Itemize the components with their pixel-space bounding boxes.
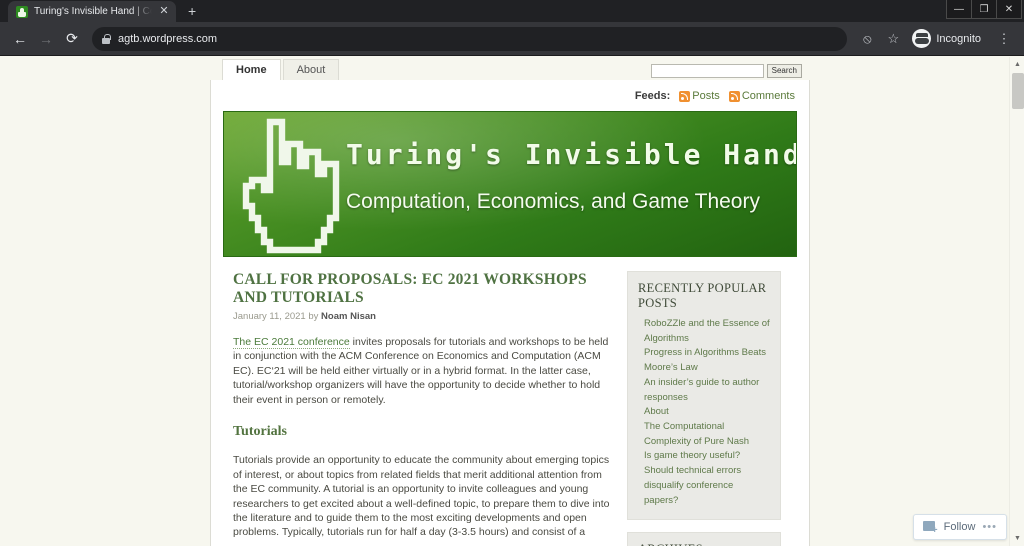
widget-recently-popular-posts: Recently Popular Posts RoboZZle and the … bbox=[627, 271, 781, 521]
incognito-label: Incognito bbox=[936, 32, 981, 45]
pointing-hand-icon bbox=[242, 118, 340, 254]
site-body: Feeds: Posts Comments Turing's Invisible… bbox=[210, 80, 810, 546]
post-meta: January 11, 2021 by Noam Nisan bbox=[233, 311, 615, 322]
site-nav: Home About Search bbox=[210, 57, 810, 80]
sidebar: Recently Popular Posts RoboZZle and the … bbox=[627, 271, 781, 546]
tab-strip: Turing's Invisible Hand | Computa ✕ + bbox=[0, 0, 196, 22]
site-container: Home About Search Feeds: Posts Comments … bbox=[210, 57, 810, 546]
address-bar-url: agtb.wordpress.com bbox=[118, 32, 218, 45]
browser-window: Turing's Invisible Hand | Computa ✕ + — … bbox=[0, 0, 1024, 546]
hide-password-icon[interactable]: ⦸ bbox=[855, 27, 879, 51]
post-paragraph-2: Tutorials provide an opportunity to educ… bbox=[233, 454, 610, 539]
scroll-down-arrow-icon[interactable]: ▼ bbox=[1010, 531, 1024, 546]
nav-tab-home[interactable]: Home bbox=[222, 59, 281, 80]
widget-heading: Archives bbox=[638, 542, 770, 546]
back-button[interactable]: ← bbox=[8, 27, 32, 51]
post-paragraph-1: The EC 2021 conference invites proposals… bbox=[233, 335, 615, 407]
scrollbar-thumb[interactable] bbox=[1012, 73, 1024, 109]
follow-more-icon[interactable]: ••• bbox=[982, 521, 997, 533]
follow-icon bbox=[922, 521, 938, 536]
rss-icon bbox=[728, 90, 740, 102]
tutorials-heading: Tutorials bbox=[233, 424, 287, 440]
list-item[interactable]: RoboZZle and the Essence of Algorithms bbox=[638, 317, 770, 346]
site-search: Search bbox=[650, 64, 802, 78]
site-favicon-icon bbox=[16, 5, 28, 18]
site-banner[interactable]: Turing's Invisible Hand Computation, Eco… bbox=[223, 111, 797, 257]
banner-title: Turing's Invisible Hand bbox=[346, 138, 797, 171]
feed-link-comments[interactable]: Comments bbox=[728, 90, 795, 102]
window-controls: — ❐ ✕ bbox=[946, 0, 1024, 19]
incognito-icon bbox=[912, 29, 932, 48]
browser-tab[interactable]: Turing's Invisible Hand | Computa ✕ bbox=[8, 1, 176, 22]
tab-close-icon[interactable]: ✕ bbox=[158, 6, 170, 17]
incognito-indicator[interactable]: Incognito bbox=[909, 27, 990, 51]
list-item[interactable]: An insider’s guide to author responses bbox=[638, 376, 770, 405]
scroll-up-arrow-icon[interactable]: ▲ bbox=[1010, 57, 1024, 72]
bookmark-star-icon[interactable]: ☆ bbox=[881, 27, 905, 51]
feeds-row: Feeds: Posts Comments bbox=[211, 80, 809, 111]
feed-comments-label: Comments bbox=[741, 90, 795, 102]
wordpress-follow-bar: Follow ••• bbox=[912, 514, 1007, 540]
post-author[interactable]: Noam Nisan bbox=[321, 311, 376, 322]
search-input[interactable] bbox=[650, 64, 764, 78]
maximize-button[interactable]: ❐ bbox=[971, 0, 997, 19]
tab-title: Turing's Invisible Hand | Computa bbox=[34, 6, 152, 17]
list-item[interactable]: About bbox=[638, 405, 770, 420]
widget-archives: Archives January 2021 bbox=[627, 532, 781, 546]
reload-button[interactable]: ⟳ bbox=[60, 27, 84, 51]
post-date: January 11, 2021 bbox=[233, 310, 306, 322]
search-button[interactable]: Search bbox=[766, 64, 802, 78]
rss-icon bbox=[679, 90, 691, 102]
main-column: Call for Proposals: EC 2021 Workshops an… bbox=[223, 271, 615, 546]
minimize-button[interactable]: — bbox=[946, 0, 972, 19]
list-item[interactable]: The Computational Complexity of Pure Nas… bbox=[638, 420, 770, 449]
widget-heading: Recently Popular Posts bbox=[638, 281, 767, 310]
banner-subtitle: Computation, Economics, and Game Theory bbox=[346, 190, 760, 213]
browser-toolbar: ← → ⟳ agtb.wordpress.com ⦸ ☆ Incognito ⋮ bbox=[0, 22, 1024, 56]
lock-icon bbox=[102, 33, 111, 44]
feed-link-posts[interactable]: Posts bbox=[679, 90, 720, 102]
forward-button[interactable]: → bbox=[34, 27, 58, 51]
close-window-button[interactable]: ✕ bbox=[996, 0, 1022, 19]
list-item[interactable]: Progress in Algorithms Beats Moore’s Law bbox=[638, 346, 770, 375]
popular-posts-list: RoboZZle and the Essence of Algorithms P… bbox=[638, 317, 770, 508]
new-tab-button[interactable]: + bbox=[188, 4, 196, 18]
nav-tab-about[interactable]: About bbox=[282, 59, 340, 80]
browser-titlebar: Turing's Invisible Hand | Computa ✕ + — … bbox=[0, 0, 1024, 22]
content-columns: Call for Proposals: EC 2021 Workshops an… bbox=[211, 257, 809, 546]
post-by-word: by bbox=[308, 310, 319, 322]
page-scrollbar[interactable]: ▲ ▼ bbox=[1009, 57, 1024, 546]
post-title[interactable]: Call for Proposals: EC 2021 Workshops an… bbox=[233, 271, 615, 307]
ec-conference-link[interactable]: The EC 2021 conference bbox=[233, 335, 350, 349]
list-item[interactable]: Is game theory useful? bbox=[638, 449, 770, 464]
follow-button[interactable]: Follow bbox=[944, 521, 976, 533]
feed-posts-label: Posts bbox=[692, 90, 720, 102]
address-bar[interactable]: agtb.wordpress.com bbox=[92, 26, 848, 51]
page-viewport: Home About Search Feeds: Posts Comments … bbox=[0, 57, 1024, 546]
chrome-menu-icon[interactable]: ⋮ bbox=[992, 27, 1016, 51]
list-item[interactable]: Should technical errors disqualify confe… bbox=[638, 464, 770, 508]
feeds-label: Feeds: bbox=[634, 90, 671, 102]
